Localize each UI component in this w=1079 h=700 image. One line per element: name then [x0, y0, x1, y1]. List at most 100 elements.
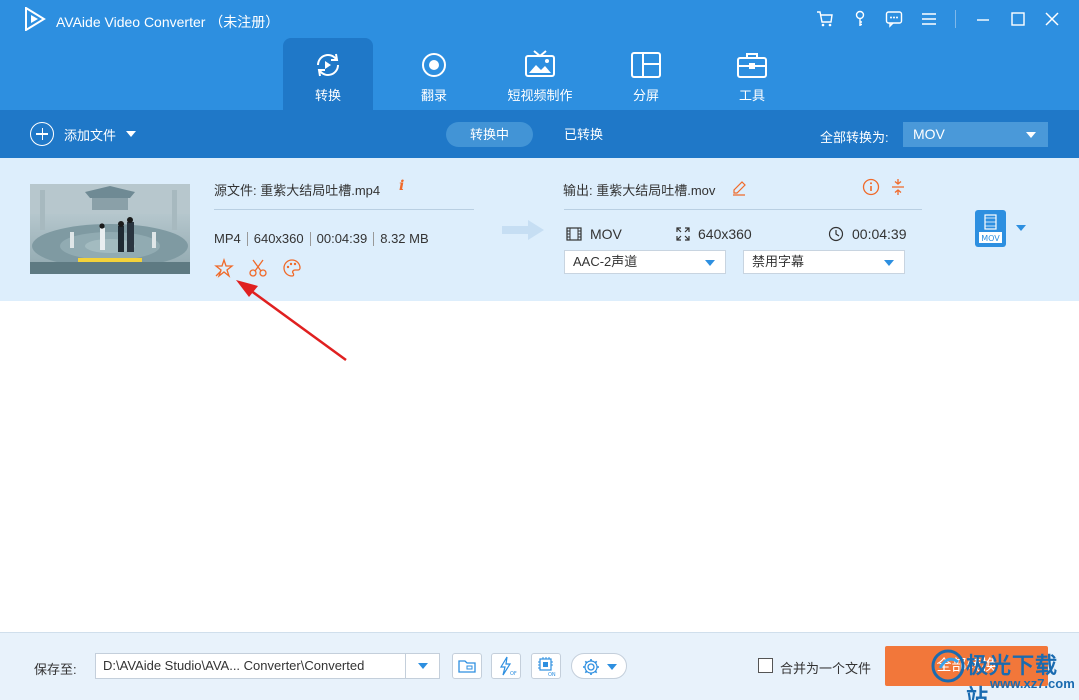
- convert-all-format-select[interactable]: MOV: [903, 122, 1048, 147]
- menu-icon[interactable]: [919, 9, 939, 29]
- chevron-down-icon: [418, 663, 428, 669]
- output-resolution-meta: 640x360: [676, 226, 752, 242]
- arrow-right-icon: [502, 220, 544, 240]
- svg-text:OFF: OFF: [510, 671, 517, 677]
- tab-mv[interactable]: 短视频制作: [495, 38, 585, 110]
- meta-separator: [309, 231, 311, 246]
- folder-icon: [458, 660, 476, 673]
- save-to-label: 保存至:: [34, 662, 77, 677]
- hardware-accel-off-button[interactable]: OFF: [491, 653, 521, 679]
- enhance-icon[interactable]: [214, 258, 234, 278]
- chevron-down-icon: [884, 260, 894, 266]
- info-icon[interactable]: i: [399, 178, 404, 194]
- mv-icon: [525, 50, 555, 77]
- chevron-down-icon: [1026, 132, 1036, 138]
- tab-record-label: 翻录: [420, 88, 447, 103]
- source-file-name: 源文件: 重紫大结局吐槽.mp4: [214, 183, 381, 198]
- tab-record[interactable]: 翻录: [389, 38, 479, 110]
- watermark-logo-icon: [931, 649, 965, 683]
- tab-convert-label: 转换: [314, 88, 341, 103]
- meta-separator: [246, 231, 248, 246]
- output-resolution: 640x360: [698, 226, 752, 242]
- cart-icon[interactable]: [815, 9, 835, 29]
- meta-separator: [373, 231, 375, 246]
- output-format: MOV: [590, 226, 622, 242]
- add-icon: [30, 122, 54, 146]
- title-separator: [955, 10, 956, 28]
- subtitle-select[interactable]: 禁用字幕: [743, 250, 905, 274]
- bottom-bar: 保存至: D:\AVAide Studio\AVA... Converter\C…: [0, 632, 1079, 700]
- settings-button[interactable]: [571, 653, 627, 679]
- minimize-icon[interactable]: [973, 9, 993, 29]
- svg-text:ON: ON: [548, 672, 556, 677]
- output-duration-meta: 00:04:39: [828, 226, 907, 242]
- chevron-down-icon: [607, 664, 617, 670]
- output-format-meta: MOV: [566, 226, 622, 242]
- cpu-chip-icon: ON: [538, 657, 556, 677]
- source-resolution: 640x360: [253, 231, 304, 246]
- toolbox-icon: [737, 53, 767, 78]
- tab-convert[interactable]: 转换: [283, 38, 373, 110]
- toolbar: 添加文件 转换中 已转换 全部转换为: MOV: [0, 110, 1079, 158]
- tab-collage-label: 分屏: [632, 88, 659, 103]
- gear-icon: [583, 659, 599, 675]
- tab-converting[interactable]: 转换中: [446, 122, 534, 147]
- tab-mv-label: 短视频制作: [507, 88, 573, 103]
- film-icon: [566, 227, 582, 241]
- audio-track-value: AAC-2声道: [573, 254, 638, 269]
- save-path-value: D:\AVAide Studio\AVA... Converter\Conver…: [103, 658, 365, 673]
- watermark: 极光下载站 www.xz7.com: [930, 644, 1075, 700]
- save-path-dropdown[interactable]: [405, 653, 440, 679]
- record-icon: [422, 53, 446, 77]
- app-header: AVAide Video Converter （未注册） 转换 翻录 短视频制作…: [0, 0, 1079, 110]
- watermark-text: 极光下载站: [966, 653, 1059, 700]
- cut-icon[interactable]: [248, 258, 268, 278]
- gpu-on-button[interactable]: ON: [531, 653, 561, 679]
- palette-icon[interactable]: [282, 258, 302, 278]
- compress-icon[interactable]: [890, 178, 906, 196]
- lightning-off-icon: OFF: [499, 656, 517, 677]
- format-badge-text: MOV: [981, 234, 1000, 243]
- merge-label: 合并为一个文件: [780, 661, 872, 676]
- collage-icon: [631, 52, 661, 78]
- source-size: 8.32 MB: [380, 231, 429, 246]
- add-file-button[interactable]: 添加文件: [30, 122, 137, 146]
- file-row: 源文件: 重紫大结局吐槽.mp4 i MP4 640x360 00:04:39 …: [0, 158, 1079, 301]
- output-format-badge[interactable]: MOV: [975, 210, 1006, 247]
- add-file-label: 添加文件: [64, 127, 117, 143]
- source-divider: [214, 209, 474, 210]
- output-file-name: 输出: 重紫大结局吐槽.mov: [563, 183, 716, 198]
- source-format: MP4: [214, 231, 241, 246]
- source-meta: MP4 640x360 00:04:39 8.32 MB: [214, 231, 429, 246]
- chevron-down-icon: [705, 260, 715, 266]
- source-duration: 00:04:39: [316, 231, 368, 246]
- subtitle-value: 禁用字幕: [752, 254, 805, 269]
- convert-all-label: 全部转换为:: [820, 130, 889, 145]
- output-info-icon[interactable]: [862, 178, 880, 196]
- convert-icon: [317, 53, 339, 77]
- edit-icon[interactable]: [731, 180, 747, 196]
- clock-icon: [828, 226, 844, 242]
- app-logo-icon: [25, 7, 46, 31]
- merge-checkbox[interactable]: [758, 658, 773, 673]
- resolution-icon: [676, 227, 690, 241]
- tab-toolbox-label: 工具: [738, 88, 765, 103]
- app-title: AVAide Video Converter （未注册）: [56, 14, 280, 30]
- save-path-input[interactable]: D:\AVAide Studio\AVA... Converter\Conver…: [95, 653, 440, 679]
- title-bar: AVAide Video Converter （未注册）: [0, 0, 1079, 38]
- key-icon[interactable]: [850, 9, 870, 29]
- tab-collage[interactable]: 分屏: [601, 38, 691, 110]
- audio-track-select[interactable]: AAC-2声道: [564, 250, 726, 274]
- output-duration: 00:04:39: [852, 226, 907, 242]
- output-divider: [564, 209, 922, 210]
- maximize-icon[interactable]: [1008, 9, 1028, 29]
- feedback-icon[interactable]: [884, 9, 904, 29]
- close-icon[interactable]: [1042, 9, 1062, 29]
- tab-toolbox[interactable]: 工具: [707, 38, 797, 110]
- tab-converted[interactable]: 已转换: [540, 122, 627, 147]
- watermark-url: www.xz7.com: [990, 676, 1075, 691]
- format-badge-chevron-icon[interactable]: [1016, 225, 1026, 231]
- chevron-down-icon: [126, 131, 137, 137]
- video-thumbnail[interactable]: [30, 184, 190, 274]
- open-folder-button[interactable]: [452, 653, 482, 679]
